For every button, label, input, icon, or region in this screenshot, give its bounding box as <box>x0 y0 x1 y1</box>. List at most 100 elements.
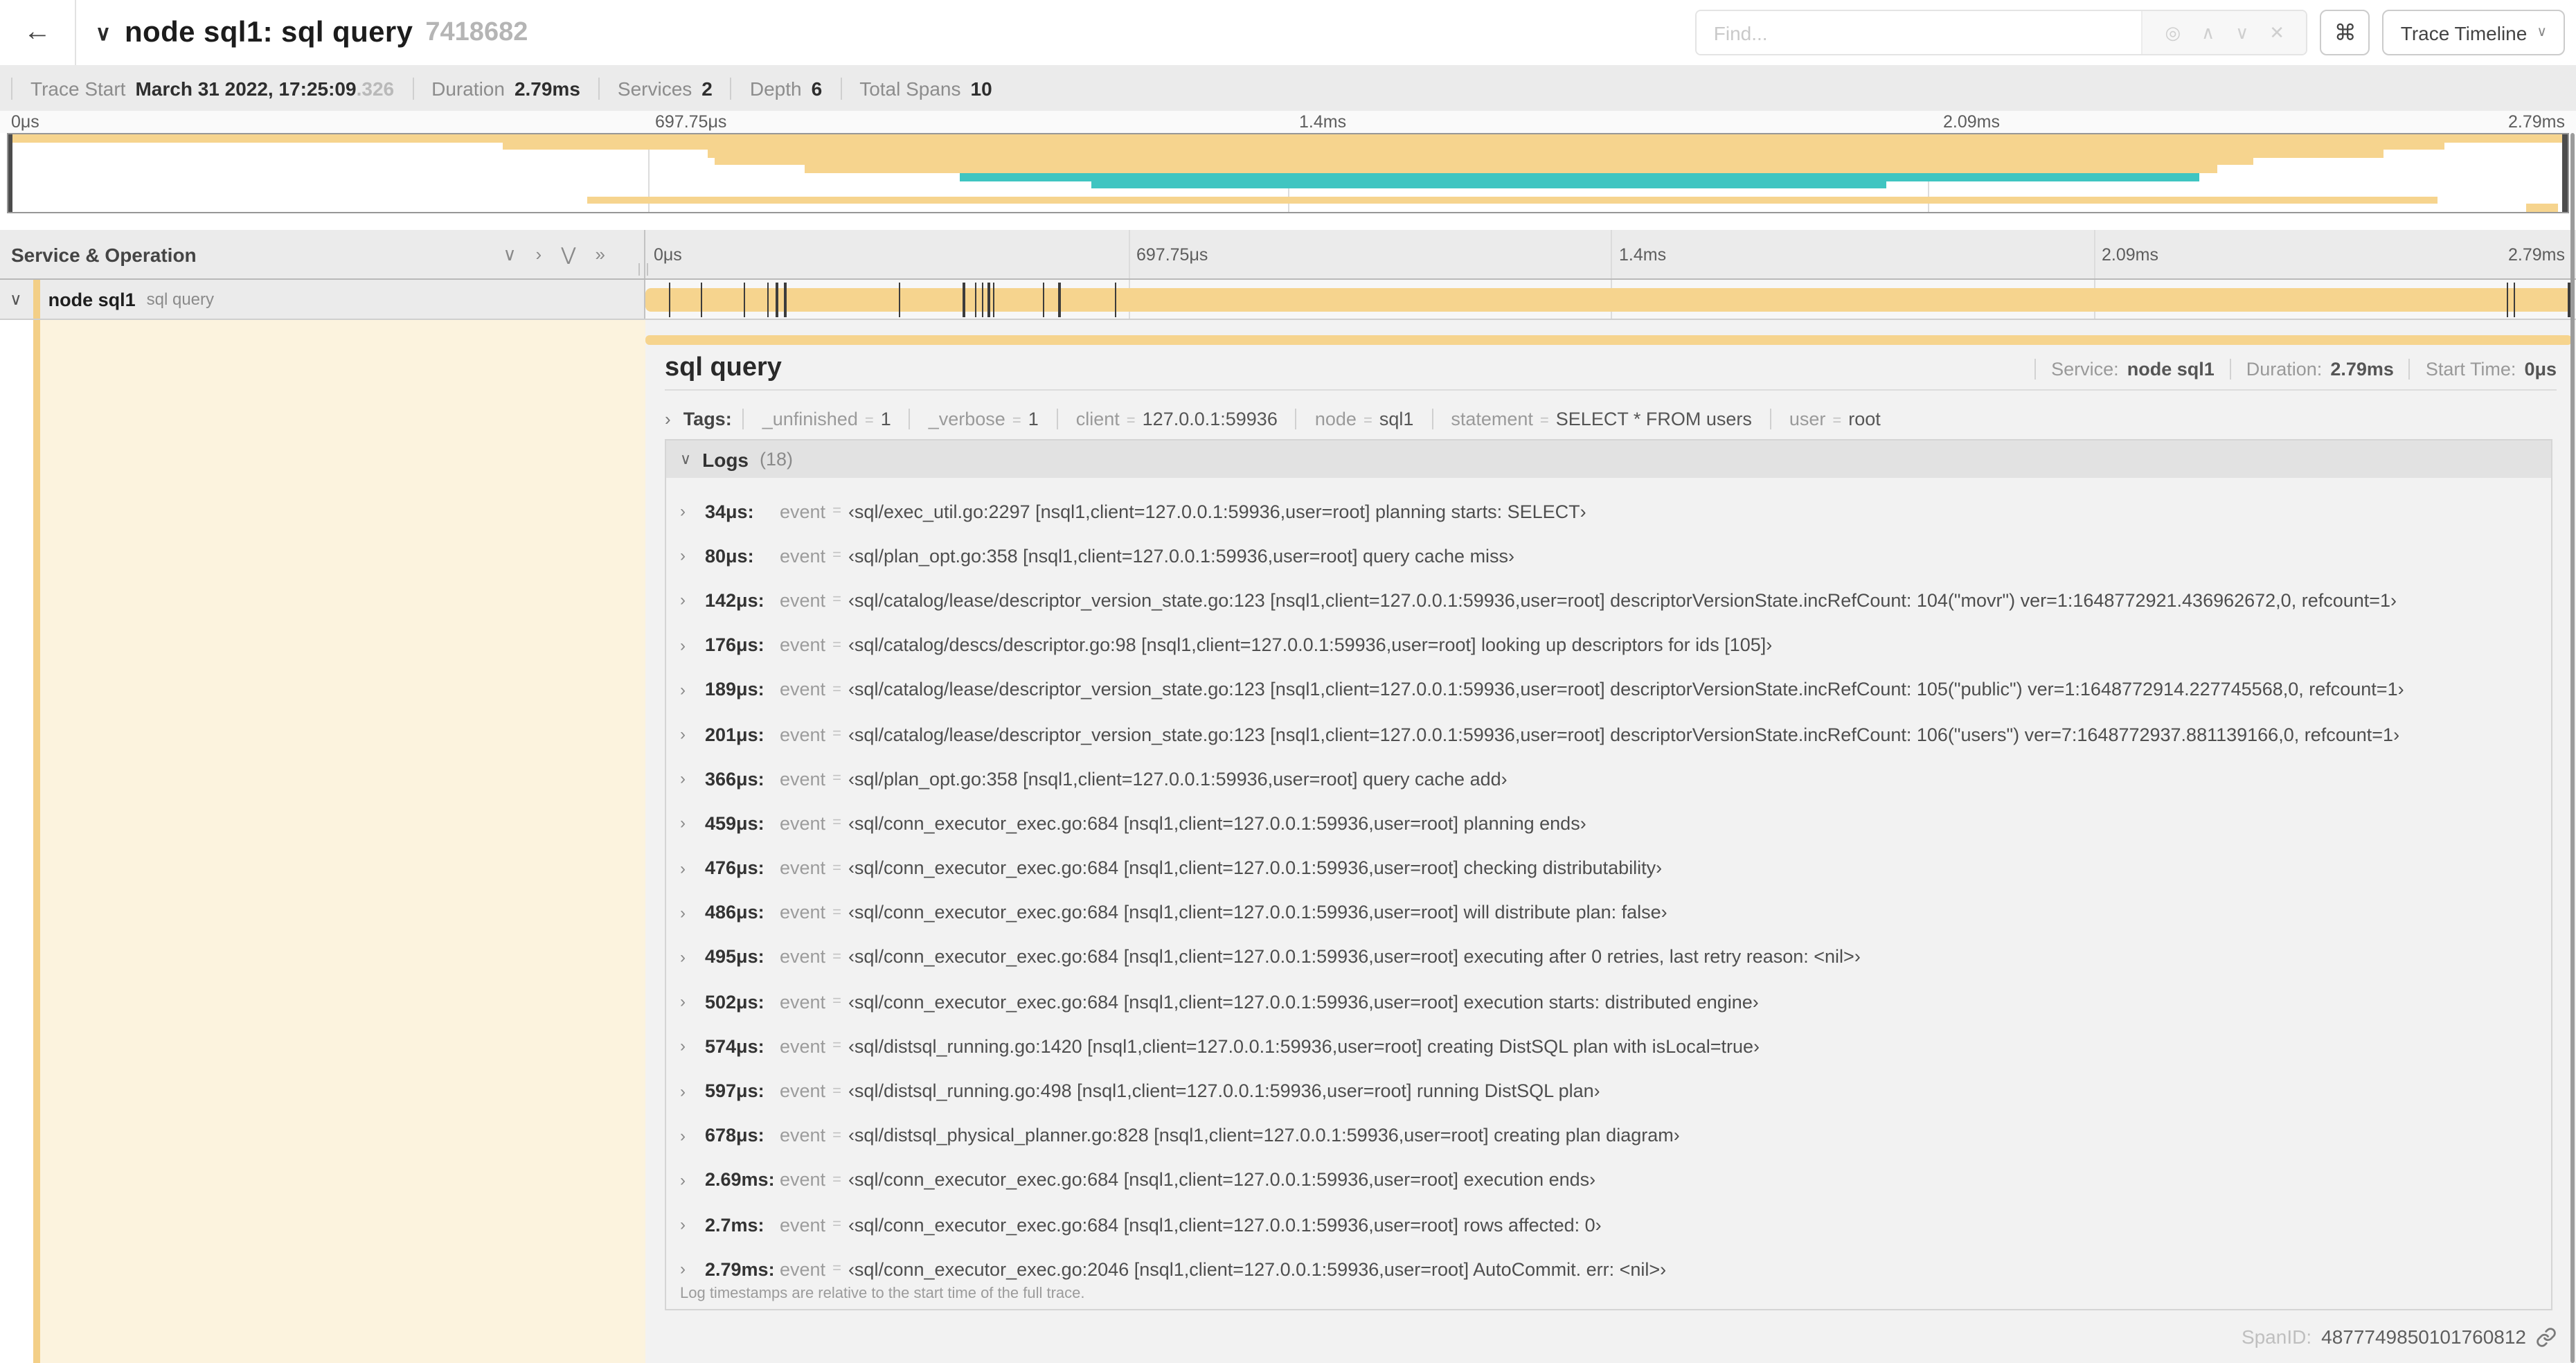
view-selector-button[interactable]: Trace Timeline ∨ <box>2382 10 2565 55</box>
log-entry[interactable]: › 80μs: event = ‹sql/plan_opt.go:358 [ns… <box>666 533 2551 578</box>
log-timestamp: 34μs: <box>705 501 754 522</box>
log-entry[interactable]: › 142μs: event = ‹sql/catalog/lease/desc… <box>666 578 2551 623</box>
log-timestamp: 678μs: <box>705 1125 764 1146</box>
log-entry[interactable]: › 201μs: event = ‹sql/catalog/lease/desc… <box>666 712 2551 756</box>
log-chevron-icon: › <box>680 1036 686 1056</box>
log-chevron-icon: › <box>680 724 686 745</box>
minimap-left-scrubber[interactable] <box>8 134 12 212</box>
log-value: ‹sql/conn_executor_exec.go:684 [nsql1,cl… <box>848 857 1663 879</box>
detail-meta-pair: Start Time: 0μs <box>2408 358 2557 379</box>
log-marker-tick[interactable] <box>784 283 787 317</box>
log-marker-tick[interactable] <box>1114 283 1117 317</box>
log-entry[interactable]: › 678μs: event = ‹sql/distsql_physical_p… <box>666 1113 2551 1157</box>
tags-accordion[interactable]: › Tags: _unfinished = 1 _verbose = 1 cli… <box>665 399 2557 438</box>
log-marker-tick[interactable] <box>743 283 746 317</box>
minimap-span-bar <box>502 142 2445 150</box>
log-value: ‹sql/distsql_physical_planner.go:828 [ns… <box>848 1125 1680 1146</box>
log-chevron-icon: › <box>680 769 686 789</box>
log-marker-tick[interactable] <box>974 283 977 317</box>
span-timeline-cell[interactable] <box>645 280 2576 319</box>
page-scrollbar[interactable] <box>2570 133 2575 1363</box>
equals-sign: = <box>832 770 841 787</box>
log-entry[interactable]: › 2.69ms: event = ‹sql/conn_executor_exe… <box>666 1158 2551 1202</box>
log-entry[interactable]: › 366μs: event = ‹sql/plan_opt.go:358 [n… <box>666 756 2551 801</box>
log-marker-tick[interactable] <box>987 283 990 317</box>
summary-value: 2.79ms <box>514 77 580 99</box>
log-marker-tick[interactable] <box>2507 283 2509 317</box>
log-marker-tick[interactable] <box>992 283 995 317</box>
collapse-all-icon[interactable]: ⋁ <box>561 243 575 265</box>
equals-sign: = <box>832 1127 841 1144</box>
trace-collapse-icon[interactable]: ∨ <box>96 20 111 45</box>
keyboard-shortcuts-button[interactable]: ⌘ <box>2320 10 2370 55</box>
find-input[interactable] <box>1697 11 2142 54</box>
find-target-icon[interactable]: ◎ <box>2165 21 2181 44</box>
log-value: ‹sql/distsql_running.go:1420 [nsql1,clie… <box>848 1035 1760 1057</box>
spanid-value: 4877749850101760812 <box>2321 1326 2526 1348</box>
tree-controls: ∨ › ⋁ » <box>503 243 644 265</box>
meta-label: Service: <box>2051 358 2119 379</box>
log-entry[interactable]: › 495μs: event = ‹sql/conn_executor_exec… <box>666 935 2551 979</box>
summary-value: 2 <box>701 77 713 99</box>
spanid-row: SpanID: 4877749850101760812 <box>645 1310 2557 1363</box>
find-next-icon[interactable]: ∨ <box>2235 21 2248 44</box>
log-marker-tick[interactable] <box>1058 283 1061 317</box>
log-value: ‹sql/conn_executor_exec.go:684 [nsql1,cl… <box>848 902 1667 923</box>
expand-one-icon[interactable]: › <box>536 243 542 265</box>
tag-value: SELECT * FROM users <box>1555 408 1752 429</box>
logs-header[interactable]: ∨ Logs (18) <box>666 440 2551 478</box>
log-entry[interactable]: › 476μs: event = ‹sql/conn_executor_exec… <box>666 846 2551 890</box>
log-timestamp: 486μs: <box>705 902 764 923</box>
logs-accordion: ∨ Logs (18) › 34μs: event = ‹sql/exec_ut… <box>665 439 2552 1310</box>
log-field-name: event <box>780 768 826 790</box>
page-title: node sql1: sql query <box>124 16 413 48</box>
log-entry[interactable]: › 2.7ms: event = ‹sql/conn_executor_exec… <box>666 1202 2551 1247</box>
span-detail-panel: sql query Service: node sql1 Duration: 2… <box>645 320 2576 1363</box>
trace-minimap[interactable] <box>7 133 2569 213</box>
summary-value: March 31 2022, 17:25:09 <box>135 77 357 99</box>
log-entry[interactable]: › 574μs: event = ‹sql/distsql_running.go… <box>666 1024 2551 1069</box>
log-entry[interactable]: › 597μs: event = ‹sql/distsql_running.go… <box>666 1069 2551 1113</box>
log-chevron-icon: › <box>680 858 686 878</box>
log-field-name: event <box>780 1125 826 1146</box>
span-duration-bar[interactable] <box>645 288 2572 312</box>
tag-key: client <box>1075 408 1120 429</box>
trace-summary-item: Trace Start March 31 2022, 17:25:09 .326 <box>11 77 412 99</box>
equals-sign: = <box>832 547 841 564</box>
span-collapse-icon[interactable]: ∨ <box>0 289 22 309</box>
ruler-tick-label: 1.4ms <box>1611 230 1666 280</box>
log-entry[interactable]: › 34μs: event = ‹sql/exec_util.go:2297 [… <box>666 489 2551 533</box>
log-marker-tick[interactable] <box>700 283 703 317</box>
log-entry[interactable]: › 176μs: event = ‹sql/catalog/descs/desc… <box>666 623 2551 667</box>
log-marker-tick[interactable] <box>668 283 671 317</box>
detail-meta: Service: node sql1 Duration: 2.79ms Star… <box>2034 358 2557 379</box>
log-entry[interactable]: › 502μs: event = ‹sql/conn_executor_exec… <box>666 979 2551 1024</box>
summary-label: Services <box>617 77 692 99</box>
find-prev-icon[interactable]: ∧ <box>2201 21 2215 44</box>
log-marker-tick[interactable] <box>1042 283 1045 317</box>
log-marker-tick[interactable] <box>981 283 984 317</box>
collapse-one-icon[interactable]: ∨ <box>503 243 516 265</box>
find-clear-icon[interactable]: ✕ <box>2269 21 2284 44</box>
log-marker-tick[interactable] <box>776 283 778 317</box>
log-entry[interactable]: › 459μs: event = ‹sql/conn_executor_exec… <box>666 801 2551 846</box>
log-marker-tick[interactable] <box>767 283 769 317</box>
span-row[interactable]: ∨ node sql1 sql query <box>0 280 2576 320</box>
tags-chevron-icon: › <box>665 408 671 429</box>
trace-summary-bar: Trace Start March 31 2022, 17:25:09 .326… <box>0 65 2576 111</box>
minimap-span-bar <box>707 150 2383 158</box>
log-marker-tick[interactable] <box>963 283 965 317</box>
log-entry[interactable]: › 486μs: event = ‹sql/conn_executor_exec… <box>666 890 2551 934</box>
deep-link-icon[interactable] <box>2536 1326 2557 1347</box>
log-marker-tick[interactable] <box>2514 283 2516 317</box>
log-entry[interactable]: › 189μs: event = ‹sql/catalog/lease/desc… <box>666 668 2551 712</box>
log-marker-tick[interactable] <box>898 283 901 317</box>
equals-sign: = <box>832 681 841 698</box>
minimap-right-scrubber[interactable] <box>2562 134 2568 212</box>
find-suffix: ◎ ∧ ∨ ✕ <box>2141 11 2307 54</box>
log-field-name: event <box>780 1169 826 1191</box>
log-chevron-icon: › <box>680 1215 686 1235</box>
expand-all-icon[interactable]: » <box>596 243 605 265</box>
back-button[interactable]: ← <box>0 0 76 65</box>
span-name-cell[interactable]: ∨ node sql1 sql query <box>0 280 645 319</box>
